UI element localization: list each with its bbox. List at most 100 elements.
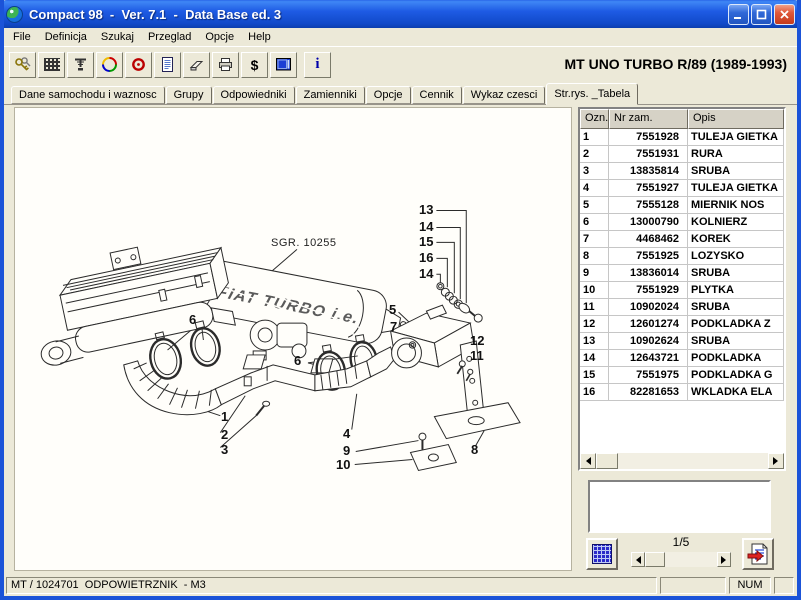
cell-nr-zam: 7551925 xyxy=(609,248,688,265)
cell-ozn: 5 xyxy=(580,197,609,214)
part-callout-number: 2 xyxy=(221,427,228,442)
table-row[interactable]: 16 82281653 WKLADKA ELA xyxy=(580,384,784,401)
title-bar: Compact 98 - Ver. 7.1 - Data Base ed. 3 xyxy=(0,0,801,28)
table-horizontal-scrollbar[interactable] xyxy=(580,453,784,469)
tab[interactable]: Dane samochodu i waznosc xyxy=(11,86,165,104)
triangle-right-icon xyxy=(773,457,782,465)
table-row[interactable]: 7 4468462 KOREK xyxy=(580,231,784,248)
table-row[interactable]: 9 13836014 SRUBA xyxy=(580,265,784,282)
minimize-button[interactable] xyxy=(728,4,749,25)
page-slider-track[interactable] xyxy=(665,552,717,567)
cell-nr-zam: 12643721 xyxy=(609,350,688,367)
part-callout-number: 15 xyxy=(419,234,433,249)
table-view-button[interactable] xyxy=(586,538,618,570)
filter-button[interactable] xyxy=(67,52,94,78)
tab[interactable]: Str.rys. _Tabela xyxy=(546,83,638,105)
tab[interactable]: Cennik xyxy=(412,86,462,104)
dollar-icon: $ xyxy=(251,58,259,72)
refresh-button[interactable] xyxy=(96,52,123,78)
cell-ozn: 4 xyxy=(580,180,609,197)
info-button[interactable]: i xyxy=(304,52,331,78)
table-row[interactable]: 12 12601274 PODKLADKA Z xyxy=(580,316,784,333)
filter-icon xyxy=(72,56,89,73)
cell-opis: SRUBA xyxy=(688,163,784,180)
cell-ozn: 16 xyxy=(580,384,609,401)
eraser-button[interactable] xyxy=(183,52,210,78)
table-row[interactable]: 2 7551931 RURA xyxy=(580,146,784,163)
menu-item[interactable]: Przeglad xyxy=(141,30,198,44)
table-row[interactable]: 14 12643721 PODKLADKA xyxy=(580,350,784,367)
keys-button[interactable] xyxy=(9,52,36,78)
export-document-button[interactable] xyxy=(742,538,774,570)
price-button[interactable]: $ xyxy=(241,52,268,78)
cell-ozn: 10 xyxy=(580,282,609,299)
parts-diagram: FIAT TURBO i.e. xyxy=(14,107,572,571)
scrollbar-thumb[interactable] xyxy=(596,453,618,469)
tab[interactable]: Zamienniki xyxy=(296,86,365,104)
table-row[interactable]: 8 7551925 LOZYSKO xyxy=(580,248,784,265)
table-header: Ozn. Nr zam. Opis xyxy=(580,109,784,129)
table-row[interactable]: 11 10902024 SRUBA xyxy=(580,299,784,316)
scroll-right-button[interactable] xyxy=(768,453,784,469)
table-row[interactable]: 13 10902624 SRUBA xyxy=(580,333,784,350)
tab-strip: Dane samochodu i waznosc Grupy Odpowiedn… xyxy=(4,82,797,105)
menu-item[interactable]: Definicja xyxy=(38,30,94,44)
exploded-view-drawing: FIAT TURBO i.e. xyxy=(15,108,573,572)
tab[interactable]: Odpowiedniki xyxy=(213,86,295,104)
tab[interactable]: Wykaz czesci xyxy=(463,86,546,104)
page-indicator: 1/5 xyxy=(631,535,731,549)
column-header-opis[interactable]: Opis xyxy=(688,109,784,129)
close-button[interactable] xyxy=(774,4,795,25)
scroll-left-button[interactable] xyxy=(580,453,596,469)
tab[interactable]: Opcje xyxy=(366,86,411,104)
table-row[interactable]: 5 7555128 MIERNIK NOS xyxy=(580,197,784,214)
status-message: MT / 1024701 ODPOWIETRZNIK - M3 xyxy=(6,577,657,594)
part-callout-number: 16 xyxy=(419,250,433,265)
table-row[interactable]: 1 7551928 TULEJA GIETKA xyxy=(580,129,784,146)
status-pane-empty xyxy=(660,577,726,594)
cell-nr-zam: 10902624 xyxy=(609,333,688,350)
tab-label: Cennik xyxy=(420,89,454,101)
table-grid-icon xyxy=(592,544,612,564)
tab[interactable]: Grupy xyxy=(166,86,212,104)
table-row[interactable]: 6 13000790 KOLNIERZ xyxy=(580,214,784,231)
grid-button[interactable] xyxy=(38,52,65,78)
cell-opis: TULEJA GIETKA xyxy=(688,129,784,146)
column-header-ozn[interactable]: Ozn. xyxy=(580,109,609,129)
refresh-icon xyxy=(101,56,118,73)
tab-label: Odpowiedniki xyxy=(221,89,287,101)
menu-item[interactable]: File xyxy=(6,30,38,44)
vehicle-title: MT UNO TURBO R/89 (1989-1993) xyxy=(564,56,787,72)
cell-opis: KOREK xyxy=(688,231,784,248)
menu-item[interactable]: Szukaj xyxy=(94,30,141,44)
cell-opis: PODKLADKA G xyxy=(688,367,784,384)
print-button[interactable] xyxy=(212,52,239,78)
maximize-button[interactable] xyxy=(751,4,772,25)
screen-button[interactable] xyxy=(270,52,297,78)
cell-nr-zam: 7551929 xyxy=(609,282,688,299)
table-row[interactable]: 10 7551929 PLYTKA xyxy=(580,282,784,299)
page-slider[interactable] xyxy=(631,552,731,567)
page-prev-button[interactable] xyxy=(631,552,645,567)
eraser-icon xyxy=(188,56,205,73)
column-header-nr-zam[interactable]: Nr zam. xyxy=(609,109,688,129)
table-row[interactable]: 15 7551975 PODKLADKA G xyxy=(580,367,784,384)
document-button[interactable] xyxy=(154,52,181,78)
notes-box[interactable] xyxy=(588,480,771,533)
table-row[interactable]: 4 7551927 TULEJA GIETKA xyxy=(580,180,784,197)
part-callout-number: 6 xyxy=(294,353,301,368)
menu-item[interactable]: Help xyxy=(241,30,278,44)
menu-item[interactable]: Opcje xyxy=(198,30,241,44)
cell-ozn: 8 xyxy=(580,248,609,265)
status-pane-end xyxy=(774,577,794,594)
parts-table: Ozn. Nr zam. Opis 1 7551928 TULEJA GIETK… xyxy=(578,107,786,471)
page-next-button[interactable] xyxy=(717,552,731,567)
table-row[interactable]: 3 13835814 SRUBA xyxy=(580,163,784,180)
printer-icon xyxy=(217,56,234,73)
page-slider-thumb[interactable] xyxy=(645,552,665,567)
cell-nr-zam: 82281653 xyxy=(609,384,688,401)
document-export-icon xyxy=(746,542,770,566)
app-window: Compact 98 - Ver. 7.1 - Data Base ed. 3 … xyxy=(0,0,801,600)
target-button[interactable] xyxy=(125,52,152,78)
scrollbar-track[interactable] xyxy=(618,453,768,469)
